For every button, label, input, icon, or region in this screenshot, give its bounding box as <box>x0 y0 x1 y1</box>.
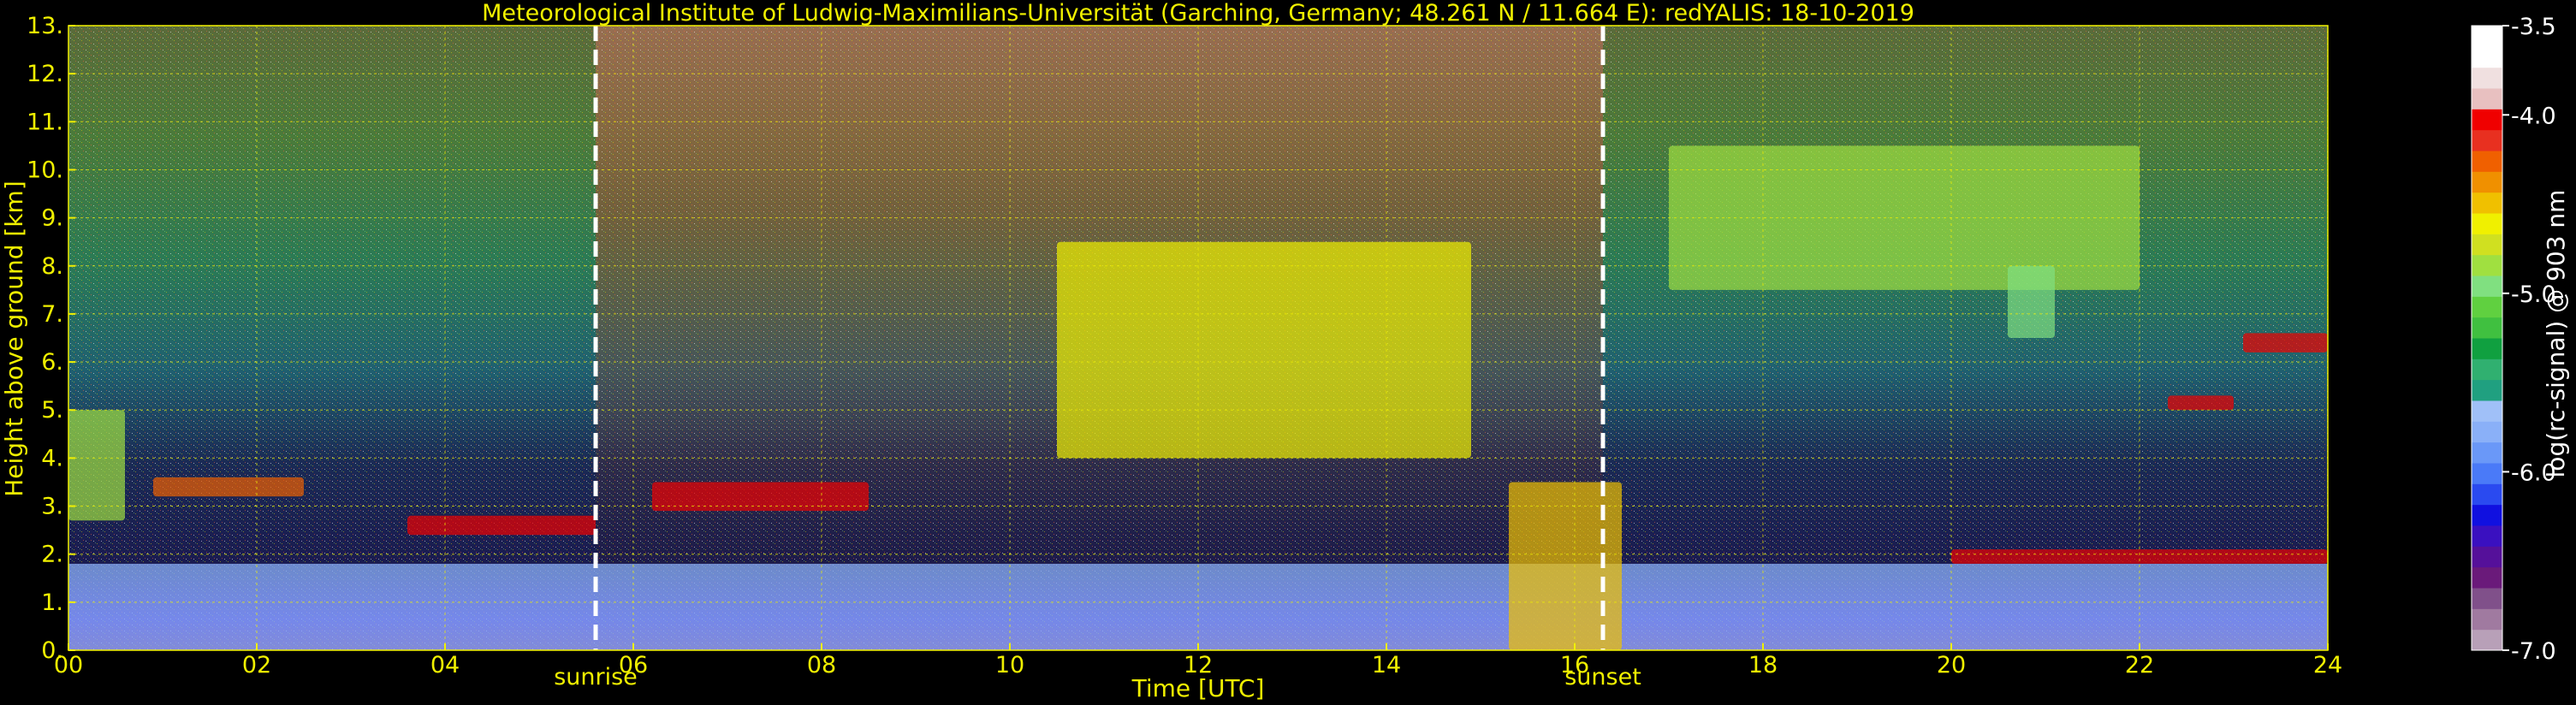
colorbar-swatch <box>2472 546 2502 568</box>
y-tick-label: 8. <box>41 253 63 280</box>
colorbar-swatch <box>2472 588 2502 609</box>
x-tick-label: 04 <box>430 652 460 678</box>
y-tick-label: 13. <box>27 13 63 39</box>
colorbar-swatch <box>2472 566 2502 589</box>
y-tick-label: 1. <box>41 589 63 616</box>
cloud-feature <box>407 515 596 536</box>
colorbar-swatch <box>2472 608 2502 631</box>
cloud-feature <box>1951 549 2328 564</box>
y-tick-label: 2. <box>41 542 63 568</box>
cloud-feature <box>1057 241 1471 459</box>
y-tick-label: 10. <box>27 157 63 183</box>
colorbar-swatch <box>2472 213 2502 234</box>
x-tick-label: 14 <box>1372 652 1401 678</box>
colorbar-swatch <box>2472 296 2502 318</box>
y-tick-label: 0. <box>41 637 63 664</box>
colorbar-swatch <box>2472 46 2502 68</box>
colorbar-swatch <box>2472 26 2502 47</box>
colorbar-swatch <box>2472 129 2502 151</box>
cloud-feature <box>2008 265 2055 338</box>
colorbar-swatch <box>2472 463 2502 484</box>
colorbar-swatch <box>2472 109 2502 131</box>
colorbar-swatch <box>2472 67 2502 89</box>
colorbar-swatch <box>2472 151 2502 172</box>
x-tick-label: 20 <box>1937 652 1966 678</box>
x-tick-label: 10 <box>995 652 1024 678</box>
cloud-feature <box>68 410 125 521</box>
colorbar-swatch <box>2472 504 2502 526</box>
colorbar-swatch <box>2472 441 2502 464</box>
y-axis-label: Height above ground [km] <box>0 181 28 497</box>
x-tick-label: 18 <box>1748 652 1778 678</box>
colorbar-tick-label: -4.0 <box>2511 103 2556 129</box>
y-tick-label: 7. <box>41 301 63 328</box>
chart-title: Meteorological Institute of Ludwig-Maxim… <box>482 0 1914 27</box>
lidar-figure: Meteorological Institute of Ludwig-Maxim… <box>0 0 2576 705</box>
colorbar-swatch <box>2472 88 2502 110</box>
y-tick-label: 12. <box>27 61 63 87</box>
colorbar-swatch <box>2472 358 2502 381</box>
colorbar-swatch <box>2472 421 2502 443</box>
colorbar-swatch <box>2472 629 2502 651</box>
colorbar-swatch <box>2472 192 2502 214</box>
colorbar-swatch <box>2472 171 2502 193</box>
cloud-feature <box>1669 145 2140 290</box>
colorbar-swatch <box>2472 525 2502 547</box>
y-tick-label: 11. <box>27 109 63 135</box>
x-tick-label: 06 <box>619 652 648 678</box>
colorbar-swatch <box>2472 379 2502 401</box>
colorbar-tick-label: -3.5 <box>2511 14 2556 40</box>
colorbar-swatch <box>2472 317 2502 339</box>
x-tick-label: 16 <box>1560 652 1589 678</box>
colorbar-swatch <box>2472 254 2502 276</box>
x-axis-label: Time [UTC] <box>1131 674 1265 702</box>
colorbar-swatch <box>2472 234 2502 256</box>
y-tick-label: 3. <box>41 494 63 520</box>
colorbar-swatch <box>2472 400 2502 422</box>
cloud-feature <box>652 482 869 512</box>
colorbar-swatch <box>2472 338 2502 359</box>
cloud-feature <box>2243 333 2328 352</box>
colorbar-label: log(rc-signal) @ 903 nm <box>2542 190 2570 478</box>
plot-area: sunrise sunset 00 02 04 06 08 10 12 14 16 18 20 22 24… <box>27 13 2342 690</box>
y-tick-label: 4. <box>41 445 63 471</box>
x-tick-label: 08 <box>807 652 836 678</box>
y-tick-label: 9. <box>41 205 63 232</box>
colorbar-swatch <box>2472 275 2502 297</box>
x-tick-label: 24 <box>2313 652 2342 678</box>
x-tick-label: 22 <box>2125 652 2154 678</box>
y-tick-label: 5. <box>41 397 63 424</box>
colorbar-tick-label: -7.0 <box>2511 638 2556 665</box>
cloud-feature <box>153 477 304 497</box>
colorbar-swatch <box>2472 483 2502 506</box>
x-tick-label: 02 <box>242 652 271 678</box>
y-tick-label: 6. <box>41 349 63 376</box>
cloud-feature <box>2168 395 2234 411</box>
